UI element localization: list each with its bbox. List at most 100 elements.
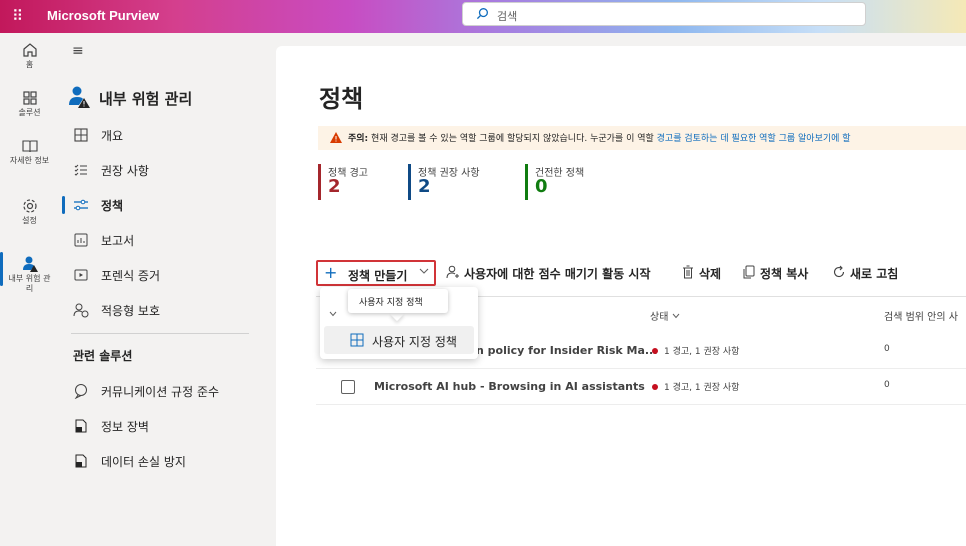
create-policy-label: 정책 만들기 xyxy=(348,269,408,283)
insider-risk-icon xyxy=(22,256,38,272)
trash-icon xyxy=(683,265,693,279)
rail-label: 홈 xyxy=(25,60,34,69)
nav-item-label: 적응형 보호 xyxy=(101,304,161,318)
status-dot xyxy=(652,348,658,354)
stat-value: 0 xyxy=(535,176,548,197)
row-checkbox[interactable] xyxy=(341,380,355,394)
warning-banner: 주의: 현재 경고를 볼 수 있는 역할 그룹에 할당되지 않았습니다. 누군가… xyxy=(318,126,966,150)
policy-scope-count: 0 xyxy=(884,380,890,390)
chevron-down-icon xyxy=(419,268,429,274)
chevron-down-icon xyxy=(673,313,680,319)
app-launcher-icon[interactable]: ⠿ xyxy=(12,7,30,25)
learn-icon xyxy=(21,140,38,153)
adaptive-protection-icon xyxy=(73,303,89,318)
tooltip-text: 사용자 지정 정책 xyxy=(359,298,423,308)
nav-item-adaptive-protection[interactable]: 적응형 보호 xyxy=(59,297,275,323)
policy-status: 1 경고, 1 권장 사항 xyxy=(664,347,740,357)
nav-item-information-barriers[interactable]: 정보 장벽 xyxy=(59,413,275,439)
add-icon: + xyxy=(324,263,338,282)
nav-item-policies[interactable]: 정책 xyxy=(59,192,275,218)
nav-item-label: 권장 사항 xyxy=(101,164,149,178)
rail-label: 내부 위험 관리 xyxy=(8,274,51,293)
forensic-icon xyxy=(74,269,88,281)
secondary-nav: ≡ 내부 위험 관리 개요 권장 사항 정책 보고서 포렌식 증거 적응형 보호… xyxy=(59,33,275,546)
start-scoring-label: 사용자에 대한 점수 매기기 활동 시작 xyxy=(464,267,651,281)
warning-text: 주의: 현재 경고를 볼 수 있는 역할 그룹에 할당되지 않았습니다. 누군가… xyxy=(348,131,851,144)
nav-active-indicator xyxy=(62,196,65,214)
nav-item-label: 정보 장벽 xyxy=(101,420,149,434)
nav-item-communication-compliance[interactable]: 커뮤니케이션 규정 준수 xyxy=(59,378,275,404)
nav-item-overview[interactable]: 개요 xyxy=(59,122,275,148)
nav-item-label: 포렌식 증거 xyxy=(101,269,161,283)
tooltip: 사용자 지정 정책 xyxy=(348,289,448,313)
policy-name[interactable]: n policy for Insider Risk Ma... xyxy=(476,344,657,357)
related-solutions-heading: 관련 솔루션 xyxy=(73,349,133,363)
top-bar: ⠿ Microsoft Purview 검색 xyxy=(0,0,966,33)
policy-scope-count: 0 xyxy=(884,344,890,354)
stat-value: 2 xyxy=(418,176,431,197)
copy-icon xyxy=(743,265,755,279)
page-title: 정책 xyxy=(319,85,364,113)
search-box[interactable]: 검색 xyxy=(462,2,866,26)
recommendations-icon xyxy=(74,164,87,176)
dlp-icon xyxy=(75,454,87,468)
nav-item-label: 정책 xyxy=(101,199,124,213)
rail-item-insider-risk[interactable]: 내부 위험 관리 xyxy=(0,255,59,294)
column-header-scope[interactable]: 검색 범위 안의 사 xyxy=(884,308,958,323)
solutions-icon xyxy=(22,91,37,105)
rail-label: 자세한 정보 xyxy=(9,156,50,165)
rail-label: 솔루션 xyxy=(18,108,41,117)
barrier-icon xyxy=(75,419,87,433)
reports-icon xyxy=(74,233,88,247)
warning-icon xyxy=(330,132,342,143)
home-icon xyxy=(22,43,37,57)
nav-item-label: 보고서 xyxy=(101,234,135,248)
rail-label: 설정 xyxy=(22,216,37,225)
refresh-label: 새로 고침 xyxy=(850,267,899,281)
person-add-icon xyxy=(446,265,459,279)
column-header-label: 상태 xyxy=(650,312,669,323)
rail-item-home[interactable]: 홈 xyxy=(0,41,59,70)
status-dot xyxy=(652,384,658,390)
communication-icon xyxy=(74,384,87,399)
search-placeholder: 검색 xyxy=(497,10,518,23)
chevron-down-icon xyxy=(329,311,337,317)
stat-bar xyxy=(525,164,528,200)
overview-icon xyxy=(74,128,88,142)
settings-icon xyxy=(22,199,37,213)
rail-item-settings[interactable]: 설정 xyxy=(0,197,59,226)
policy-name[interactable]: Microsoft AI hub - Browsing in AI assist… xyxy=(374,380,645,393)
nav-item-label: 데이터 손실 방지 xyxy=(101,455,186,469)
warning-prefix: 주의: xyxy=(348,134,369,144)
policy-status: 1 경고, 1 권장 사항 xyxy=(664,383,740,393)
nav-item-reports[interactable]: 보고서 xyxy=(59,227,275,253)
refresh-icon xyxy=(834,265,845,278)
copy-policy-label: 정책 복사 xyxy=(760,267,809,281)
stat-bar xyxy=(408,164,411,200)
app-title[interactable]: Microsoft Purview xyxy=(47,8,159,23)
nav-title: 내부 위험 관리 xyxy=(99,90,193,108)
menu-toggle-icon[interactable]: ≡ xyxy=(72,43,84,59)
custom-policy-icon xyxy=(350,333,364,347)
stat-bar xyxy=(318,164,321,200)
warning-message: 현재 경고를 볼 수 있는 역할 그룹에 할당되지 않았습니다. 누군가를 이 … xyxy=(368,134,657,144)
stat-value: 2 xyxy=(328,176,341,197)
nav-item-recommendations[interactable]: 권장 사항 xyxy=(59,157,275,183)
menu-item-custom-policy[interactable]: 사용자 지정 정책 xyxy=(324,326,474,354)
left-rail: 홈 솔루션 자세한 정보 설정 내부 위험 관리 xyxy=(0,33,59,546)
create-policy-button[interactable]: + 정책 만들기 xyxy=(316,260,436,286)
nav-divider xyxy=(71,333,249,334)
warning-link[interactable]: 경고를 검토하는 데 필요한 역할 그룹 알아보기에 할 xyxy=(657,134,851,144)
rail-item-learn[interactable]: 자세한 정보 xyxy=(0,137,59,166)
column-header-status[interactable]: 상태 xyxy=(650,308,680,323)
search-icon xyxy=(476,8,488,20)
rail-item-solutions[interactable]: 솔루션 xyxy=(0,89,59,118)
policies-icon xyxy=(74,199,88,211)
menu-item-label: 사용자 지정 정책 xyxy=(372,335,457,349)
table-row[interactable]: Microsoft AI hub - Browsing in AI assist… xyxy=(316,369,966,405)
nav-item-label: 커뮤니케이션 규정 준수 xyxy=(101,385,220,399)
nav-item-data-loss-prevention[interactable]: 데이터 손실 방지 xyxy=(59,448,275,474)
nav-item-label: 개요 xyxy=(101,129,124,143)
nav-item-forensic-evidence[interactable]: 포렌식 증거 xyxy=(59,262,275,288)
insider-risk-icon xyxy=(69,86,90,108)
